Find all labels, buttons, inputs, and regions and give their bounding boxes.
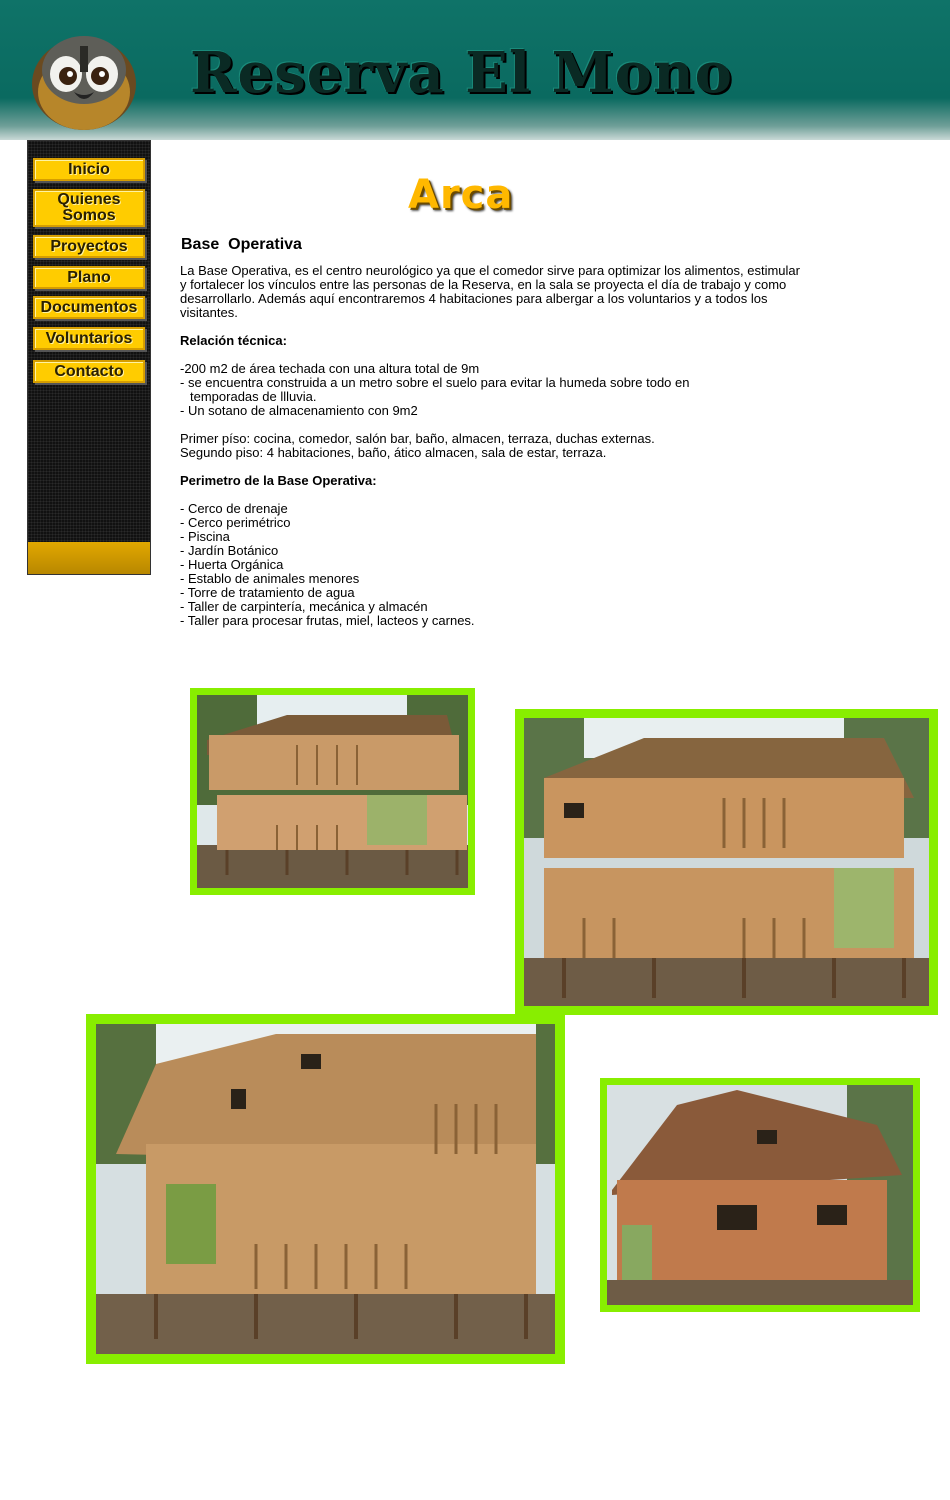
sidebar-nav: Inicio Quienes Somos Proyectos Plano Doc… <box>27 140 151 575</box>
technical-heading: Relación técnica: <box>180 333 287 348</box>
list-item: - Huerta Orgánica <box>180 557 284 572</box>
list-item: Primer píso: cocina, comedor, salón bar,… <box>180 431 655 446</box>
perimeter-list: - Cerco de drenaje - Cerco perimétrico -… <box>180 502 800 628</box>
list-item: - Establo de animales menores <box>180 571 360 586</box>
floors-list: Primer píso: cocina, comedor, salón bar,… <box>180 432 800 460</box>
nav-proyectos-button[interactable]: Proyectos <box>33 235 145 258</box>
list-item: -200 m2 de área techada con una altura t… <box>180 361 480 376</box>
list-item: temporadas de llluvia. <box>190 389 317 404</box>
list-item: - Taller para procesar frutas, miel, lac… <box>180 613 475 628</box>
page-heading: Arca <box>408 172 514 218</box>
house-photo-1 <box>190 688 475 895</box>
list-item: - Un sotano de almacenamiento con 9m2 <box>180 403 418 418</box>
site-title: Reserva El Mono <box>190 40 734 106</box>
house-photo-4 <box>600 1078 920 1312</box>
house-photo-3 <box>86 1014 565 1364</box>
list-item: - Torre de tratamiento de agua <box>180 585 355 600</box>
list-item: Segundo piso: 4 habitaciones, baño, átic… <box>180 445 607 460</box>
monkey-logo <box>32 36 136 130</box>
section-title: Base Operativa <box>181 236 302 253</box>
nav-plano-button[interactable]: Plano <box>33 266 145 289</box>
list-item: - Taller de carpintería, mecánica y alma… <box>180 599 428 614</box>
house-photo-2 <box>515 709 938 1015</box>
nav-documentos-button[interactable]: Documentos <box>33 296 145 319</box>
list-item: - Cerco de drenaje <box>180 501 288 516</box>
list-item: - se encuentra construida a un metro sob… <box>180 375 690 390</box>
list-item: - Piscina <box>180 529 230 544</box>
intro-paragraph: La Base Operativa, es el centro neurológ… <box>180 263 800 320</box>
nav-quienes-somos-button[interactable]: Quienes Somos <box>33 189 145 227</box>
perimeter-heading: Perimetro de la Base Operativa: <box>180 473 377 488</box>
nav-contacto-button[interactable]: Contacto <box>33 360 145 383</box>
list-item: - Jardín Botánico <box>180 543 279 558</box>
list-item: - Cerco perimétrico <box>180 515 291 530</box>
sidebar-footer-bar <box>28 542 150 574</box>
site-header: Reserva El Mono <box>0 0 950 140</box>
nav-voluntarios-button[interactable]: Voluntarios <box>33 327 145 350</box>
nav-inicio-button[interactable]: Inicio <box>33 158 145 181</box>
technical-list: -200 m2 de área techada con una altura t… <box>180 362 800 418</box>
